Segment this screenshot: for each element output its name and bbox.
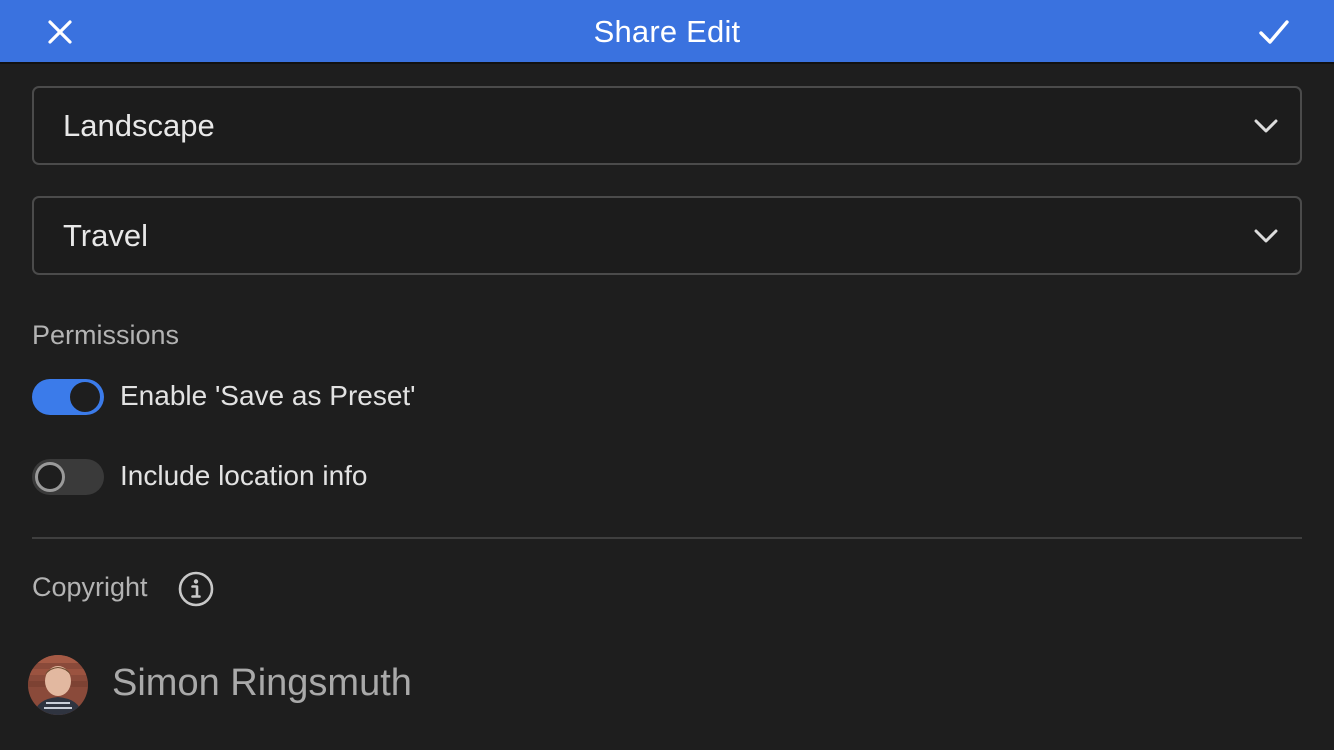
avatar	[28, 655, 88, 715]
page-title: Share Edit	[593, 14, 741, 49]
save-as-preset-toggle[interactable]	[32, 379, 104, 415]
toggle-knob	[35, 462, 65, 492]
location-info-label: Include location info	[120, 460, 368, 491]
info-icon[interactable]	[177, 570, 215, 608]
subcategory-select-value: Travel	[63, 218, 148, 253]
category-select[interactable]: Landscape	[32, 86, 1302, 165]
category-select-value: Landscape	[63, 108, 215, 143]
copyright-author-name: Simon Ringsmuth	[112, 662, 412, 704]
save-as-preset-label: Enable 'Save as Preset'	[120, 380, 416, 411]
header-bar: Share Edit	[0, 0, 1334, 64]
section-divider	[32, 537, 1302, 539]
checkmark-icon	[1259, 20, 1289, 44]
permissions-heading: Permissions	[32, 320, 180, 350]
location-info-toggle[interactable]	[32, 459, 104, 495]
copyright-heading: Copyright	[32, 572, 148, 602]
subcategory-select[interactable]: Travel	[32, 196, 1302, 275]
toggle-knob	[70, 382, 100, 412]
chevron-down-icon	[1254, 119, 1278, 133]
chevron-down-icon	[1254, 229, 1278, 243]
confirm-button[interactable]	[1252, 10, 1296, 54]
